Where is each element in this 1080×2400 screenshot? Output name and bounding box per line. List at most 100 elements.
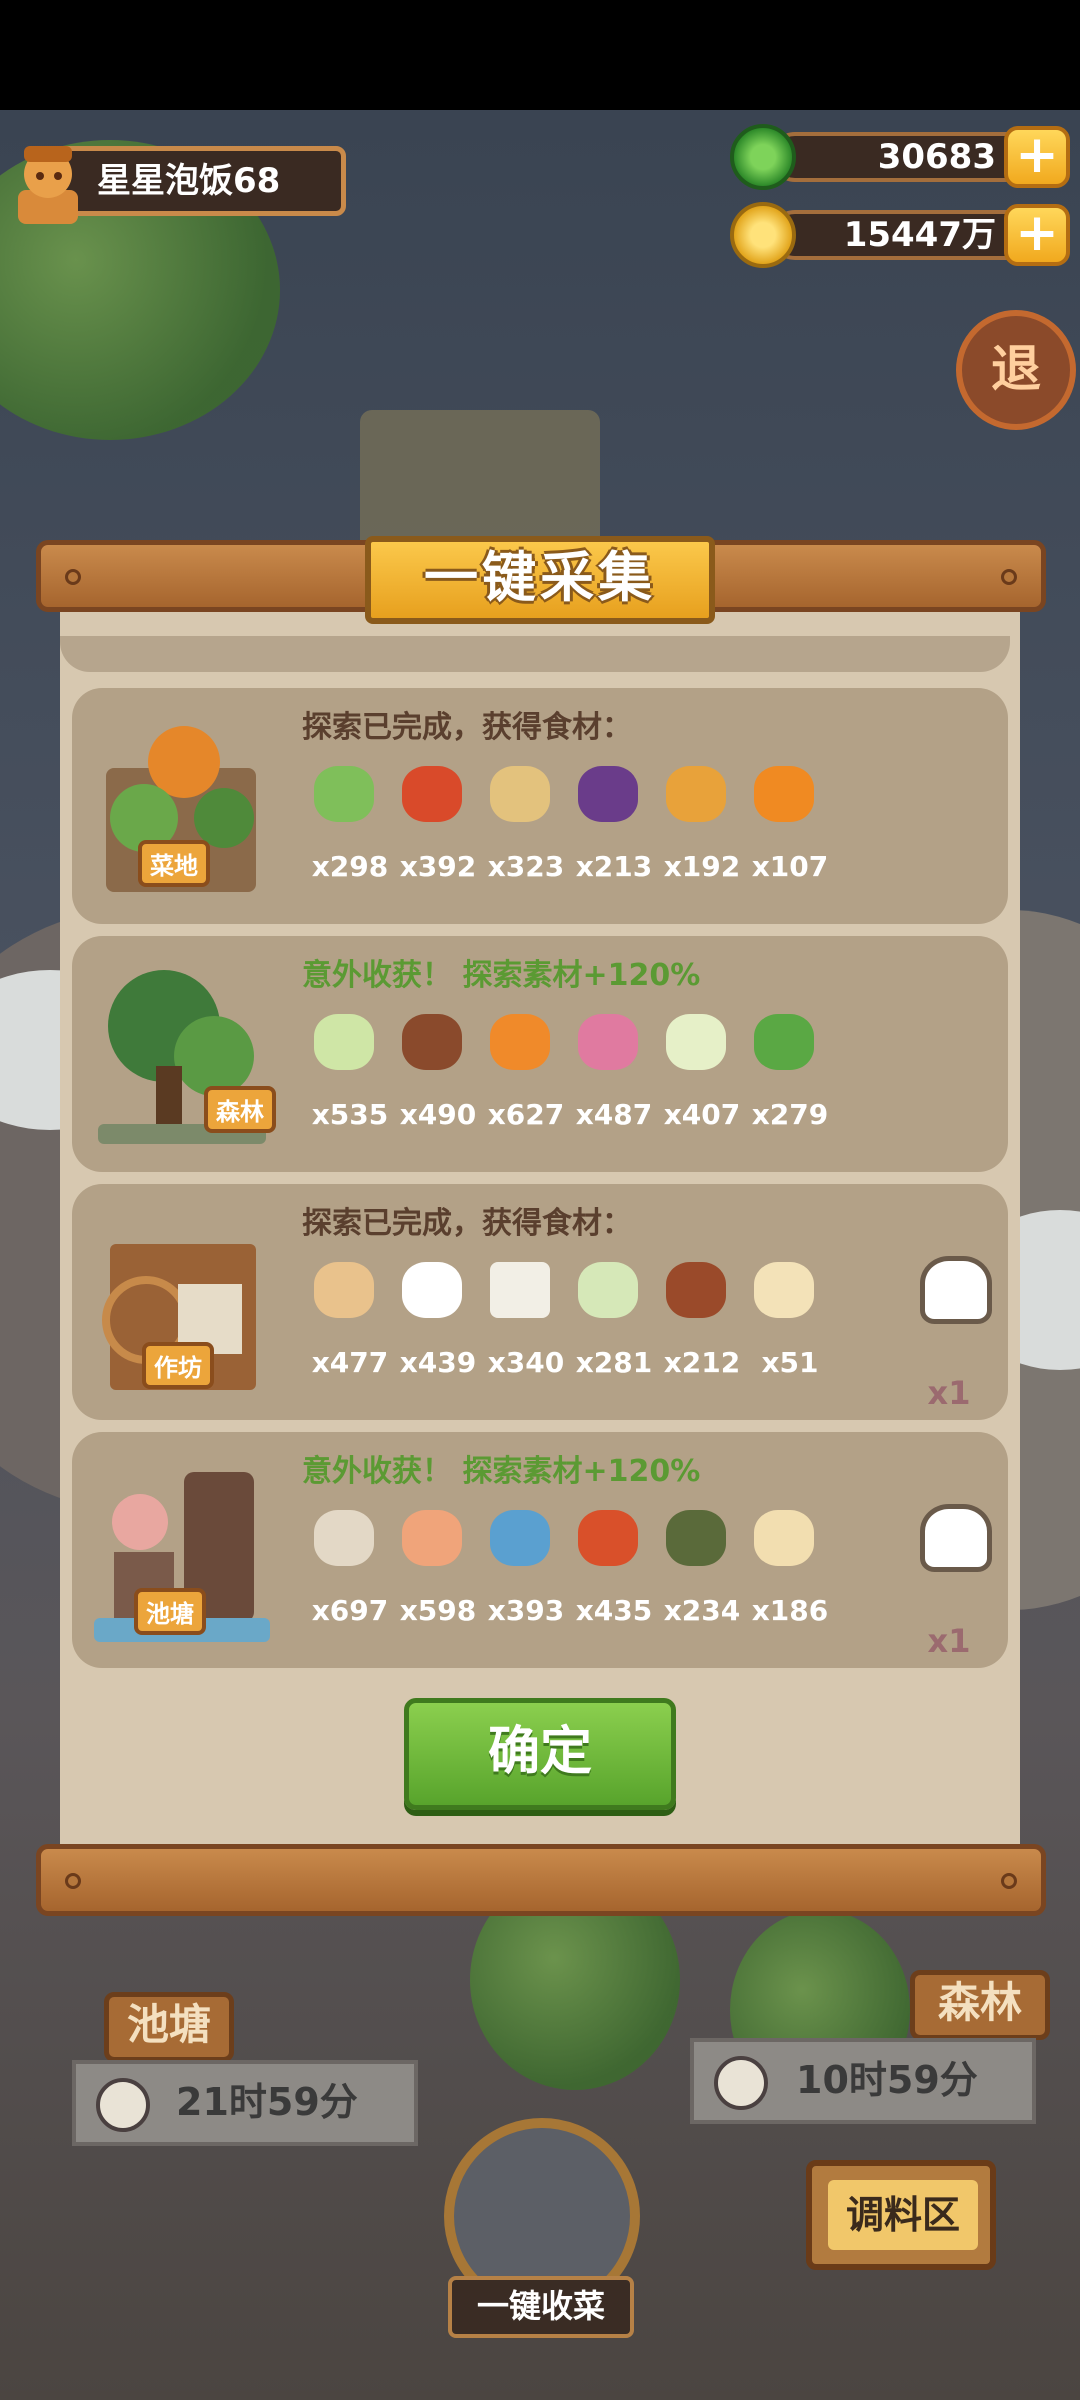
- pond-timer-text: 21时59分: [176, 2080, 358, 2124]
- flour-sack-icon: [314, 1262, 374, 1318]
- item-quantity: x107: [751, 850, 829, 883]
- item-eggplant[interactable]: x213: [564, 760, 652, 910]
- modal-bottom-bar: [36, 1844, 1046, 1916]
- item-fish[interactable]: x393: [476, 1504, 564, 1654]
- row-heading: 探索已完成，获得食材：: [302, 710, 632, 745]
- item-leek[interactable]: x298: [300, 760, 388, 910]
- shark-fin-icon: [754, 1510, 814, 1566]
- eggplant-icon: [578, 766, 638, 822]
- item-mushroom[interactable]: x490: [388, 1008, 476, 1158]
- row-heading: 探索已完成，获得食材：: [302, 1206, 632, 1241]
- modal-title: 一键采集: [365, 536, 715, 624]
- item-crab[interactable]: x234: [652, 1504, 740, 1654]
- rice-bowl-icon: [402, 1262, 462, 1318]
- item-sauce-jar[interactable]: x212: [652, 1256, 740, 1406]
- item-cabbage[interactable]: x535: [300, 1008, 388, 1158]
- item-quantity: x627: [487, 1098, 565, 1131]
- row-heading-bonus: 意外收获！ 探索素材+120%: [302, 958, 701, 993]
- item-clam[interactable]: x697: [300, 1504, 388, 1654]
- item-list: x477 x439 x340 x281 x212 x51: [300, 1256, 860, 1406]
- item-quantity: x477: [311, 1346, 389, 1379]
- item-quantity: x439: [399, 1346, 477, 1379]
- fish-icon: [490, 1510, 550, 1566]
- item-quantity: x487: [575, 1098, 653, 1131]
- chili-icon: [402, 766, 462, 822]
- tofu-icon: [490, 1262, 550, 1318]
- pumpkin-corn-icon: [666, 766, 726, 822]
- shrimp-icon: [402, 1510, 462, 1566]
- onion-icon: [578, 1014, 638, 1070]
- item-rice-bowl[interactable]: x439: [388, 1256, 476, 1406]
- add-jade-button[interactable]: +: [1004, 126, 1070, 188]
- pond-label[interactable]: 池塘: [104, 1992, 234, 2062]
- player-nameplate[interactable]: 星星泡饭68: [10, 140, 346, 224]
- item-quantity: x407: [663, 1098, 741, 1131]
- item-herb-leaves[interactable]: x279: [740, 1008, 828, 1158]
- confirm-button[interactable]: 确定: [404, 1698, 676, 1810]
- item-quantity: x323: [487, 850, 565, 883]
- bonus-item[interactable]: x1: [914, 1504, 994, 1660]
- scroll-edge: [60, 636, 1010, 672]
- gravy-boat-icon: [754, 1262, 814, 1318]
- item-pumpkin-corn[interactable]: x192: [652, 760, 740, 910]
- forest-timer-text: 10时59分: [796, 2058, 978, 2102]
- item-chili[interactable]: x392: [388, 760, 476, 910]
- item-quantity: x279: [751, 1098, 829, 1131]
- item-rice-pile[interactable]: x281: [564, 1256, 652, 1406]
- item-potato[interactable]: x323: [476, 760, 564, 910]
- item-list: x697 x598 x393 x435 x234 x186: [300, 1504, 860, 1654]
- bamboo-shoot-icon: [666, 1014, 726, 1070]
- harvest-all-button[interactable]: 一键收菜: [448, 2276, 634, 2338]
- add-gold-button[interactable]: +: [1004, 204, 1070, 266]
- carrot-icon: [490, 1014, 550, 1070]
- pond-timer: 21时59分: [72, 2060, 418, 2146]
- item-quantity: x281: [575, 1346, 653, 1379]
- item-shrimp[interactable]: x598: [388, 1504, 476, 1654]
- pumpkin-icon: [754, 766, 814, 822]
- item-gravy-boat[interactable]: x51: [740, 1256, 828, 1406]
- item-quantity: x393: [487, 1594, 565, 1627]
- item-list: x535 x490 x627 x487 x407 x279: [300, 1008, 860, 1158]
- seasoning-area-label: 调料区: [828, 2180, 978, 2250]
- potato-icon: [490, 766, 550, 822]
- leek-icon: [314, 766, 374, 822]
- rare-item-bell-icon: [920, 1256, 992, 1324]
- jade-coin-icon: [730, 124, 796, 190]
- item-meat-chunk[interactable]: x435: [564, 1504, 652, 1654]
- player-avatar-icon: [18, 146, 78, 224]
- item-quantity: x192: [663, 850, 741, 883]
- seasoning-area-sign[interactable]: 调料区: [806, 2160, 996, 2270]
- herb-leaves-icon: [754, 1014, 814, 1070]
- jade-currency: 30683 +: [730, 124, 1070, 190]
- forest-label[interactable]: 森林: [910, 1970, 1050, 2040]
- item-carrot[interactable]: x627: [476, 1008, 564, 1158]
- location-label: 池塘: [134, 1588, 206, 1635]
- bonus-item-quantity: x1: [927, 1374, 971, 1412]
- item-quantity: x51: [761, 1346, 819, 1379]
- exit-button[interactable]: 退: [956, 310, 1076, 430]
- rare-crab-bell-icon: [920, 1504, 992, 1572]
- bonus-item-quantity: x1: [927, 1622, 971, 1660]
- cabbage-icon: [314, 1014, 374, 1070]
- location-label: 作坊: [142, 1342, 214, 1389]
- bonus-item[interactable]: x1: [914, 1256, 994, 1412]
- sauce-jar-icon: [666, 1262, 726, 1318]
- forest-timer: 10时59分: [690, 2038, 1036, 2124]
- gold-coin-icon: [730, 202, 796, 268]
- mushroom-icon: [402, 1014, 462, 1070]
- item-bamboo-shoot[interactable]: x407: [652, 1008, 740, 1158]
- row-heading-bonus: 意外收获！ 探索素材+120%: [302, 1454, 701, 1489]
- item-tofu[interactable]: x340: [476, 1256, 564, 1406]
- item-shark-fin[interactable]: x186: [740, 1504, 828, 1654]
- location-row-workshop: 作坊 探索已完成，获得食材： x477 x439 x340 x281 x212 …: [72, 1184, 1008, 1420]
- item-quantity: x212: [663, 1346, 741, 1379]
- crab-icon: [666, 1510, 726, 1566]
- item-quantity: x213: [575, 850, 653, 883]
- item-pumpkin[interactable]: x107: [740, 760, 828, 910]
- item-quantity: x697: [311, 1594, 389, 1627]
- gold-currency: 15447万 +: [730, 202, 1070, 268]
- item-onion[interactable]: x487: [564, 1008, 652, 1158]
- rice-pile-icon: [578, 1262, 638, 1318]
- item-quantity: x186: [751, 1594, 829, 1627]
- item-flour-sack[interactable]: x477: [300, 1256, 388, 1406]
